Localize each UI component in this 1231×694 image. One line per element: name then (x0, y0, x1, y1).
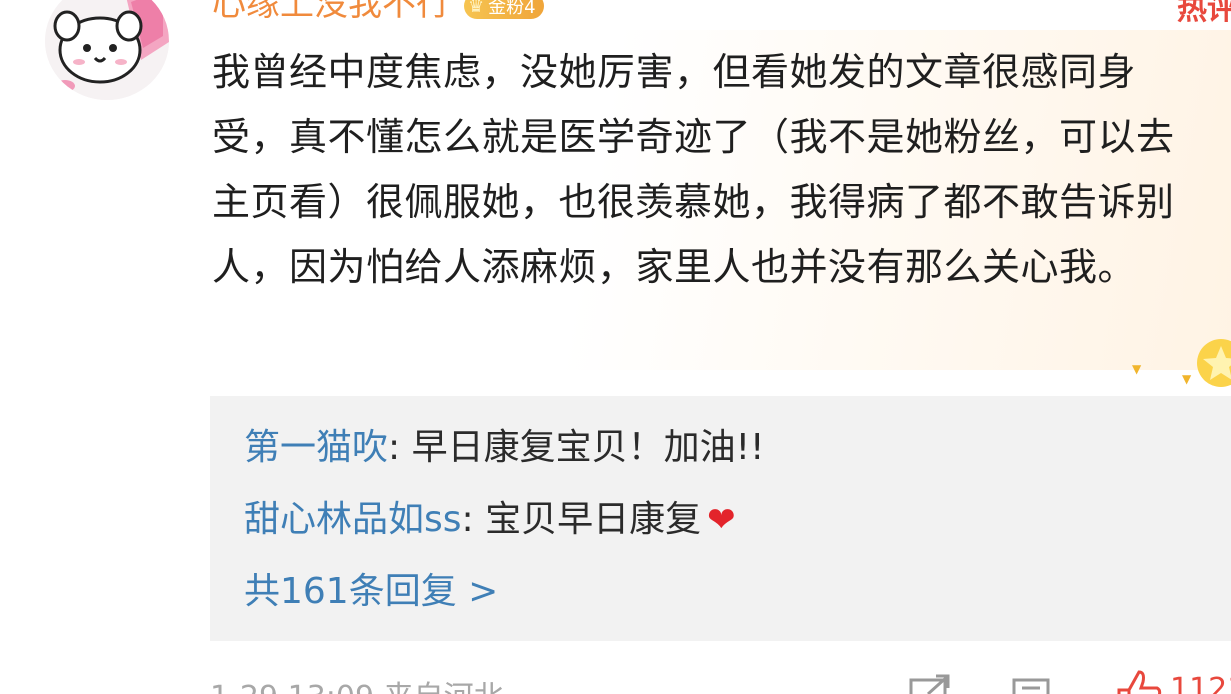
reply-item: 甜心林品如ss: 宝贝早日康复 ❤ (244, 496, 736, 544)
reply-username[interactable]: 甜心林品如ss (244, 499, 462, 540)
reply-item: 第一猫吹: 早日康复宝贝！加油!! (244, 424, 764, 472)
comment-text: 我曾经中度焦虑，没她厉害，但看她发的文章很感同身受，真不懂怎么就是医学奇迹了（我… (212, 50, 1175, 289)
crown-icon: ♛ (468, 0, 485, 17)
view-all-replies-label: 共161条回复 > (244, 571, 499, 612)
fan-badge: ♛ 金粉4 (464, 0, 544, 19)
avatar[interactable] (45, 0, 169, 100)
decorative-dot-icon: ▼ (1182, 372, 1192, 386)
reply-text: 早日康复宝贝！加油!! (411, 427, 765, 468)
comment-page: 心缘上没我不行 ♛ 金粉4 热评 我曾经中度焦虑，没她厉害，但看她发的文章很感同… (0, 0, 1231, 694)
decorative-star-icon (1197, 339, 1231, 387)
username[interactable]: 心缘上没我不行 (212, 0, 450, 25)
fan-badge-label: 金粉4 (488, 0, 536, 18)
comment-icon[interactable] (1010, 674, 1054, 694)
share-icon[interactable] (908, 674, 952, 694)
decorative-dot-icon: ▼ (1132, 362, 1142, 376)
reply-separator: : (461, 499, 486, 540)
reply-text: 宝贝早日康复 (485, 499, 702, 540)
heart-emoji-icon: ❤ (707, 500, 736, 540)
comment-header: 心缘上没我不行 ♛ 金粉4 (212, 0, 544, 25)
view-all-replies-link[interactable]: 共161条回复 > (244, 568, 498, 616)
comment-meta: 1-29 13:09 来自河北 (210, 672, 504, 694)
like-icon[interactable] (1115, 668, 1163, 694)
comment-location: 来自河北 (384, 680, 504, 694)
like-count: 1121 (1170, 672, 1231, 694)
reply-separator: : (388, 427, 412, 468)
avatar-illustration (45, 0, 169, 100)
reply-username[interactable]: 第一猫吹 (244, 427, 388, 468)
comment-footer: 1-29 13:09 来自河北 1121 (210, 670, 1231, 694)
comment-time: 1-29 13:09 (210, 680, 374, 694)
replies-preview[interactable]: 第一猫吹: 早日康复宝贝！加油!! 甜心林品如ss: 宝贝早日康复 ❤ 共161条… (210, 396, 1231, 641)
hot-comment-tag: 热评 (1177, 0, 1231, 27)
